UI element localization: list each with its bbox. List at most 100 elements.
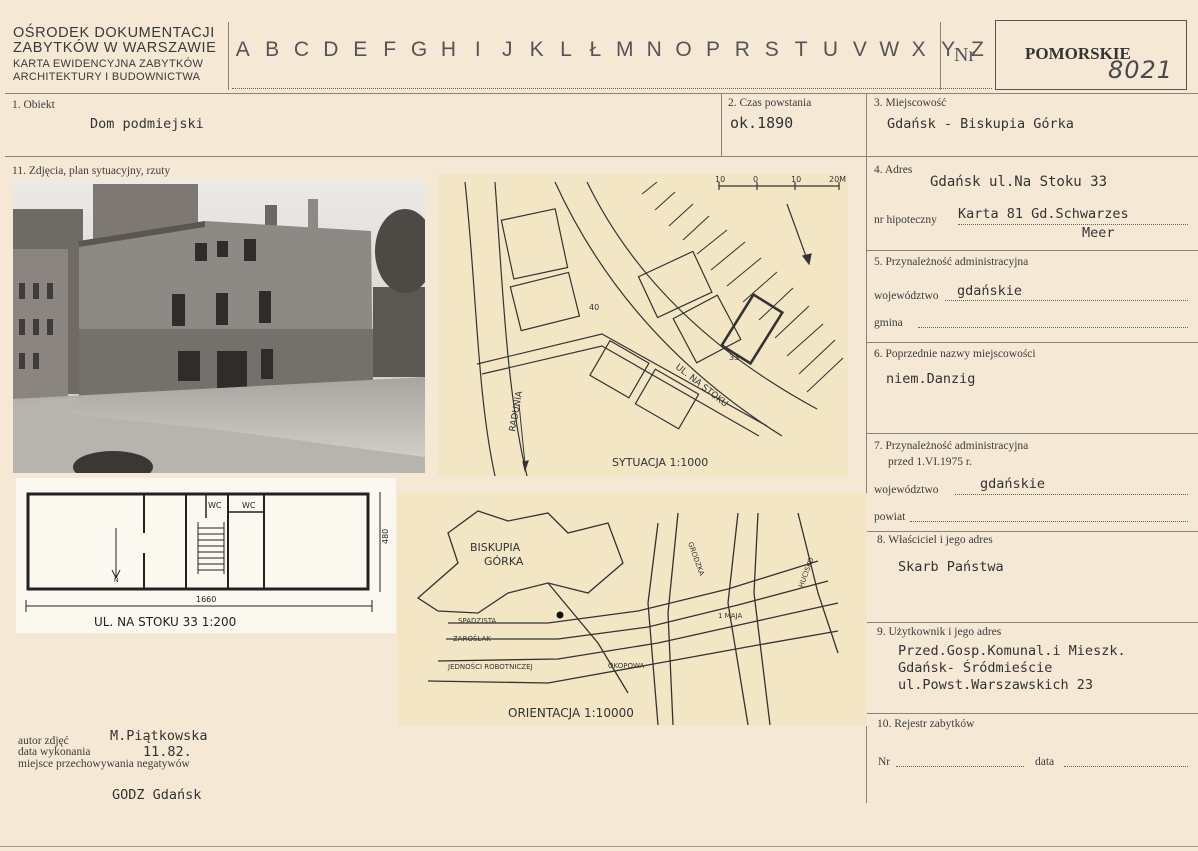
wojewodztwo-przed-label: województwo (874, 484, 939, 496)
svg-text:33: 33 (729, 353, 739, 362)
gmina-label: gmina (874, 317, 903, 329)
przynaleznosc-przed-label-1: 7. Przynależność administracyjna (874, 440, 1029, 452)
index-letter: X (911, 38, 926, 61)
rejestr-label: 10. Rejestr zabytków (877, 718, 975, 730)
svg-text:RADUNIA: RADUNIA (508, 389, 525, 432)
svg-text:10: 10 (791, 175, 801, 184)
powiat-label: powiat (874, 511, 906, 523)
svg-text:SYTUACJA 1:1000: SYTUACJA 1:1000 (612, 456, 708, 469)
svg-text:N: N (114, 577, 119, 584)
czas-powstania-value: ok.1890 (730, 114, 794, 132)
index-letter: B (265, 38, 280, 61)
svg-text:UL. NA STOKU 33 1:200: UL. NA STOKU 33 1:200 (94, 615, 236, 629)
svg-text:WC: WC (208, 501, 222, 510)
svg-text:WC: WC (242, 501, 256, 510)
uzytkownik-line-2: Gdańsk- Śródmieście (898, 660, 1053, 676)
situation-plan: 10 0 10 20M 40 33 UL. NA STOKU RADUNIA S… (437, 174, 848, 477)
svg-text:1 MAJA: 1 MAJA (718, 612, 742, 620)
wlasciciel-label: 8. Właściciel i jego adres (877, 534, 993, 546)
index-letter: J (501, 38, 513, 61)
poprzednie-nazwy-label: 6. Poprzednie nazwy miejscowości (874, 348, 1036, 360)
index-letter: C (293, 38, 310, 61)
institution-line-2: ZABYTKÓW W WARSZAWIE (13, 40, 217, 56)
rejestr-data-label: data (1035, 756, 1055, 768)
miejscowosc-label: 3. Miejscowość (874, 97, 947, 109)
svg-text:480: 480 (381, 529, 390, 544)
nr-hipoteczny-value-1: Karta 81 Gd.Schwarzes (958, 206, 1129, 222)
index-letter: O (675, 38, 692, 61)
institution-block: OŚRODEK DOKUMENTACJI ZABYTKÓW W WARSZAWI… (13, 26, 228, 84)
index-letter: Ł (589, 38, 602, 61)
index-letter: M (616, 38, 634, 61)
index-letter: P (705, 38, 720, 61)
record-card: OŚRODEK DOKUMENTACJI ZABYTKÓW W WARSZAWI… (0, 0, 1198, 851)
wojewodztwo-value: gdańskie (957, 283, 1023, 299)
przynaleznosc-label: 5. Przynależność administracyjna (874, 256, 1029, 268)
index-letter: V (852, 38, 867, 61)
building-photo (13, 179, 425, 473)
index-letter: N (646, 38, 662, 61)
svg-text:GÓRKA: GÓRKA (484, 555, 524, 568)
institution-line-4: ARCHITEKTURY I BUDOWNICTWA (13, 71, 201, 83)
miejsce-label: miejsce przechowywania negatywów (18, 758, 190, 770)
svg-text:10: 10 (715, 175, 725, 184)
wlasciciel-value: Skarb Państwa (898, 559, 1004, 575)
miejscowosc-value: Gdańsk - Biskupia Górka (887, 116, 1074, 132)
svg-text:GRODZKA: GRODZKA (686, 541, 706, 577)
wojewodztwo-przed-value: gdańskie (980, 476, 1046, 492)
data-wykonania-label: data wykonania (18, 746, 91, 758)
uzytkownik-line-3: ul.Powst.Warszawskich 23 (898, 677, 1094, 693)
orientation-map: BISKUPIA GÓRKA HUCISKO 1 MAJA OKOPOWA JE… (398, 493, 867, 726)
poprzednie-nazwy-value: niem.Danzig (886, 371, 976, 387)
index-letter: A (235, 38, 250, 61)
institution-line-1: OŚRODEK DOKUMENTACJI (13, 25, 215, 41)
index-letter: G (410, 38, 428, 61)
index-letter: L (560, 38, 572, 61)
institution-line-3: KARTA EWIDENCYJNA ZABYTKÓW (13, 58, 204, 70)
index-letter: R (734, 38, 750, 61)
uzytkownik-label: 9. Użytkownik i jego adres (877, 626, 1002, 638)
obiekt-label: 1. Obiekt (12, 99, 55, 111)
nr-hipoteczny-label: nr hipoteczny (874, 214, 937, 226)
svg-text:SPADZISTA: SPADZISTA (458, 617, 496, 625)
obiekt-value: Dom podmiejski (90, 116, 204, 132)
svg-text:20M: 20M (829, 175, 846, 184)
index-letter: U (822, 38, 839, 61)
index-letter: H (440, 38, 457, 61)
czas-powstania-label: 2. Czas powstania (728, 97, 812, 109)
svg-text:BISKUPIA: BISKUPIA (470, 541, 521, 554)
miejsce-value: GODZ Gdańsk (112, 787, 202, 803)
index-letter: I (474, 38, 481, 61)
alphabet-index: ABCDEFGHIJKLŁMNOPRSTUVWXYZ (228, 38, 992, 62)
adres-label: 4. Adres (874, 164, 913, 176)
autor-value: M.Piątkowska (110, 728, 208, 744)
svg-text:1660: 1660 (196, 595, 216, 604)
zdjecia-label: 11. Zdjęcia, plan sytuacyjny, rzuty (12, 165, 171, 177)
situation-plan-drawing: 10 0 10 20M 40 33 UL. NA STOKU RADUNIA S… (464, 175, 846, 477)
index-letter: E (353, 38, 368, 61)
rejestr-nr-label: Nr (878, 756, 891, 768)
svg-text:ZAROŚLAK: ZAROŚLAK (453, 634, 491, 643)
svg-text:OKOPOWA: OKOPOWA (608, 662, 644, 670)
svg-text:40: 40 (589, 303, 599, 312)
nr-hipoteczny-value-2: Meer (1082, 225, 1115, 241)
building-photo-image (13, 179, 425, 473)
index-letter: W (879, 38, 900, 61)
index-letter: K (529, 38, 544, 61)
index-letter: S (764, 38, 779, 61)
wojewodztwo-label: województwo (874, 290, 939, 302)
index-letter: D (323, 38, 339, 61)
nr-label: Nr (954, 44, 976, 66)
svg-text:0: 0 (753, 175, 758, 184)
uzytkownik-line-1: Przed.Gosp.Komunal.i Mieszk. (898, 643, 1126, 659)
index-letter: F (383, 38, 397, 61)
adres-value: Gdańsk ul.Na Stoku 33 (930, 174, 1108, 190)
floor-plan-drawing: WC WC N 1660 480 UL. NA STOKU 33 1:200 (25, 492, 390, 629)
przynaleznosc-przed-label-2: przed 1.VI.1975 r. (888, 456, 972, 468)
orientation-map-drawing: BISKUPIA GÓRKA HUCISKO 1 MAJA OKOPOWA JE… (416, 510, 839, 726)
svg-text:JEDNOŚCI ROBOTNICZEJ: JEDNOŚCI ROBOTNICZEJ (447, 662, 533, 671)
card-number: 8021 (1108, 56, 1174, 84)
floor-plan: WC WC N 1660 480 UL. NA STOKU 33 1:200 (16, 478, 396, 633)
index-letter: T (794, 38, 808, 61)
svg-text:ORIENTACJA 1:10000: ORIENTACJA 1:10000 (508, 706, 634, 720)
